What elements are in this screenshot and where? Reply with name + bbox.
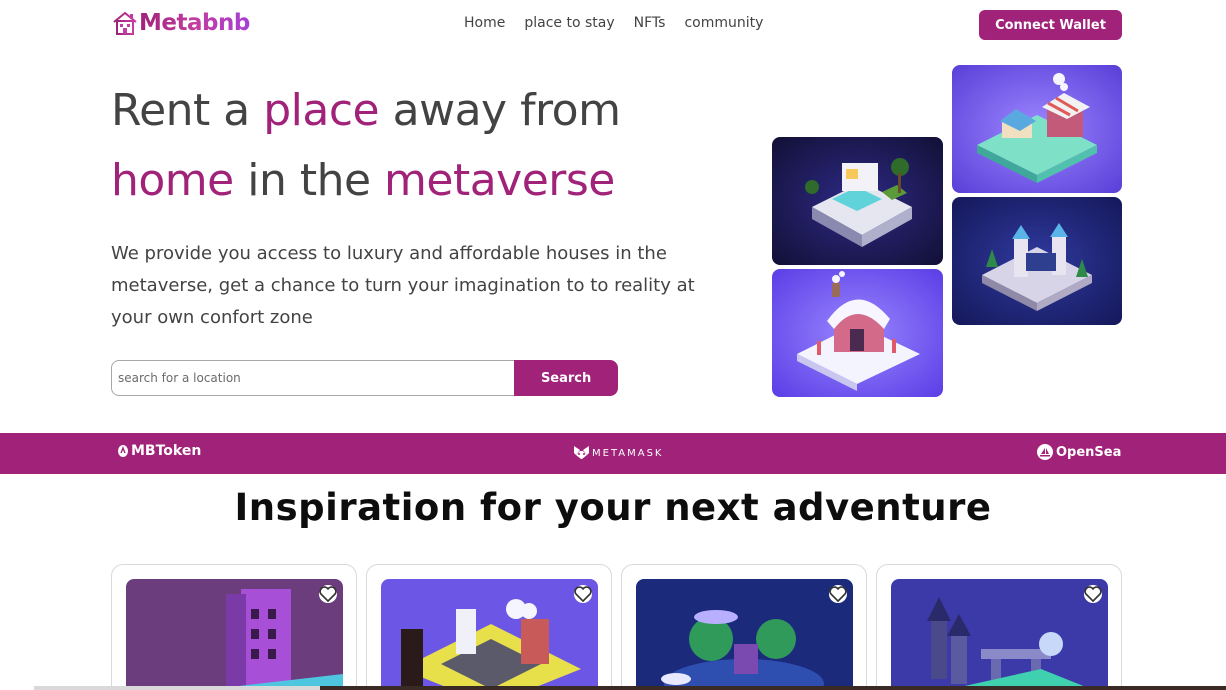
- nav-place-to-stay[interactable]: place to stay: [524, 15, 614, 31]
- listing-image: [126, 579, 343, 690]
- hero-title-accent: home: [111, 155, 234, 206]
- mbtoken-icon: [118, 445, 128, 457]
- market-image: [952, 65, 1122, 193]
- brand-logo[interactable]: Metabnb: [112, 10, 250, 36]
- favorite-button[interactable]: [574, 585, 592, 603]
- tower-image: [126, 579, 343, 690]
- top-nav: Metabnb Home place to stay NFTs communit…: [0, 0, 1226, 50]
- opensea-icon: [1037, 444, 1053, 460]
- mbtoken-label: MBToken: [131, 443, 202, 459]
- partner-bar: MBToken METAMASK OpenSea: [0, 433, 1226, 474]
- opensea-label: OpenSea: [1056, 444, 1122, 460]
- listing-image: [381, 579, 598, 690]
- nav-links: Home place to stay NFTs community: [464, 15, 782, 31]
- listing-image: [891, 579, 1108, 690]
- castle-tile: [952, 197, 1122, 325]
- listing-card[interactable]: [366, 564, 612, 690]
- listing-card[interactable]: [111, 564, 357, 690]
- market-stall-tile: [952, 65, 1122, 193]
- favorite-button[interactable]: [1084, 585, 1102, 603]
- page-bottom-edge: [34, 686, 1226, 690]
- hero-description: We provide you access to luxury and affo…: [111, 243, 695, 328]
- hero-title-part: away from: [379, 85, 621, 136]
- nav-community[interactable]: community: [684, 15, 763, 31]
- cottage-image: [772, 269, 943, 397]
- hero-title-accent: place: [263, 85, 380, 136]
- heart-icon: [829, 586, 847, 603]
- location-search: Search: [111, 360, 618, 396]
- nav-home[interactable]: Home: [464, 15, 505, 31]
- partner-mbtoken[interactable]: MBToken: [117, 443, 201, 459]
- search-input[interactable]: [111, 360, 515, 396]
- hero-title-accent: metaverse: [384, 155, 615, 206]
- partner-opensea[interactable]: OpenSea: [1036, 443, 1121, 461]
- city-image: [381, 579, 598, 690]
- brand-name: Metabnb: [139, 10, 250, 36]
- villa-image: [772, 137, 943, 265]
- bottom-edge-highlight: [34, 686, 320, 690]
- search-button[interactable]: Search: [514, 360, 618, 396]
- snow-cottage-tile: [772, 269, 943, 397]
- heart-icon: [574, 586, 592, 603]
- villa-pool-tile: [772, 137, 943, 265]
- hero-title-part: Rent a: [111, 85, 264, 136]
- hero-title-part: in the: [233, 155, 385, 206]
- house-icon: [113, 11, 137, 35]
- island-image: [636, 579, 853, 690]
- night-castle-image: [891, 579, 1108, 690]
- metamask-label: METAMASK: [592, 447, 664, 459]
- nav-nfts[interactable]: NFTs: [634, 15, 666, 31]
- partner-metamask[interactable]: METAMASK: [573, 445, 664, 461]
- fox-icon: [574, 446, 589, 459]
- favorite-button[interactable]: [829, 585, 847, 603]
- connect-wallet-button[interactable]: Connect Wallet: [979, 10, 1122, 40]
- heart-icon: [1084, 586, 1102, 603]
- listing-card[interactable]: [621, 564, 867, 690]
- castle-image: [952, 197, 1122, 325]
- listing-image: [636, 579, 853, 690]
- heart-icon: [319, 586, 337, 603]
- hero-title: Rent a place away from home in the metav…: [111, 76, 751, 216]
- favorite-button[interactable]: [319, 585, 337, 603]
- section-title: Inspiration for your next adventure: [234, 486, 992, 529]
- listing-card[interactable]: [876, 564, 1122, 690]
